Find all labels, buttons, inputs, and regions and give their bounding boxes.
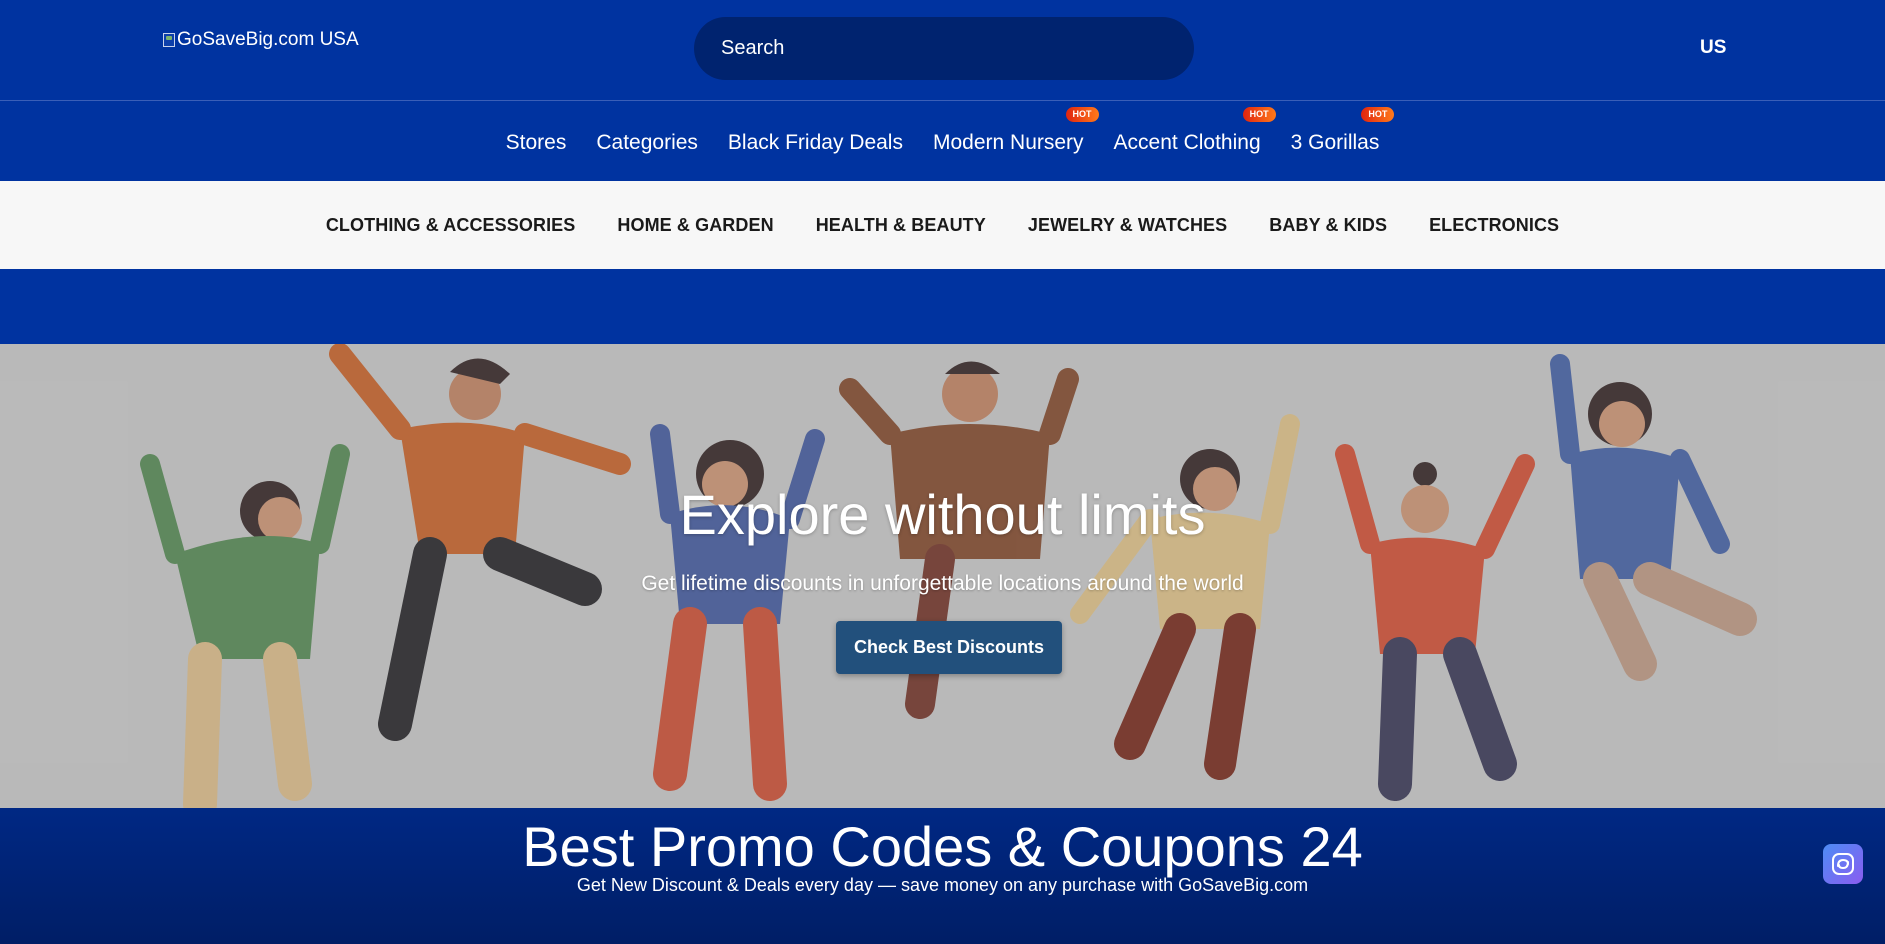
search-bar[interactable] (694, 17, 1194, 80)
check-best-discounts-button[interactable]: Check Best Discounts (836, 621, 1062, 674)
site-logo[interactable]: GoSaveBig.com USA (163, 29, 359, 51)
hot-badge: HOT (1242, 107, 1276, 122)
country-selector[interactable]: US (1700, 37, 1726, 59)
nav-item-accent-clothing[interactable]: Accent Clothing HOT (1113, 107, 1276, 155)
hero-subtitle: Get lifetime discounts in unforgettable … (641, 572, 1244, 595)
promo-subtitle: Get New Discount & Deals every day — sav… (576, 875, 1309, 895)
category-bar: CLOTHING & ACCESSORIES HOME & GARDEN HEA… (0, 181, 1885, 269)
nav-item-black-friday-deals[interactable]: Black Friday Deals (728, 127, 903, 155)
assistant-icon[interactable] (1823, 844, 1863, 884)
nav-item-3-gorillas[interactable]: 3 Gorillas HOT (1290, 107, 1395, 155)
hero-title: Explore without limits (679, 483, 1206, 546)
logo-alt-text: GoSaveBig.com USA (177, 29, 359, 50)
nav-item-stores[interactable]: Stores (506, 127, 567, 155)
category-health-beauty[interactable]: HEALTH & BEAUTY (816, 215, 986, 236)
search-input[interactable] (719, 36, 1163, 61)
hero-banner: Explore without limits Get lifetime disc… (0, 344, 1885, 808)
nav-item-categories[interactable]: Categories (596, 127, 698, 155)
category-baby-kids[interactable]: BABY & KIDS (1269, 215, 1387, 236)
category-clothing-accessories[interactable]: CLOTHING & ACCESSORIES (326, 215, 576, 236)
category-electronics[interactable]: ELECTRONICS (1429, 215, 1559, 236)
top-header: GoSaveBig.com USA US (0, 0, 1885, 101)
nav-item-label: Stores (505, 131, 567, 154)
nav-item-label: Accent Clothing (1113, 131, 1261, 154)
nav-item-modern-nursery[interactable]: Modern Nursery HOT (932, 107, 1099, 155)
blue-spacer (0, 269, 1885, 344)
category-home-garden[interactable]: HOME & GARDEN (617, 215, 773, 236)
nav-item-label: 3 Gorillas (1290, 131, 1380, 154)
nav-item-label: Categories (596, 131, 698, 154)
hot-badge: HOT (1065, 107, 1099, 122)
main-nav: Stores Categories Black Friday Deals Mod… (0, 101, 1885, 181)
category-jewelry-watches[interactable]: JEWELRY & WATCHES (1028, 215, 1227, 236)
broken-image-icon (163, 33, 175, 47)
promo-title: Best Promo Codes & Coupons 24 (522, 815, 1363, 878)
hot-badge: HOT (1361, 107, 1395, 122)
nav-item-label: Black Friday Deals (727, 131, 903, 154)
assistant-glyph (1832, 853, 1854, 875)
nav-item-label: Modern Nursery (932, 131, 1084, 154)
promo-banner: Best Promo Codes & Coupons 24 Get New Di… (0, 808, 1885, 944)
